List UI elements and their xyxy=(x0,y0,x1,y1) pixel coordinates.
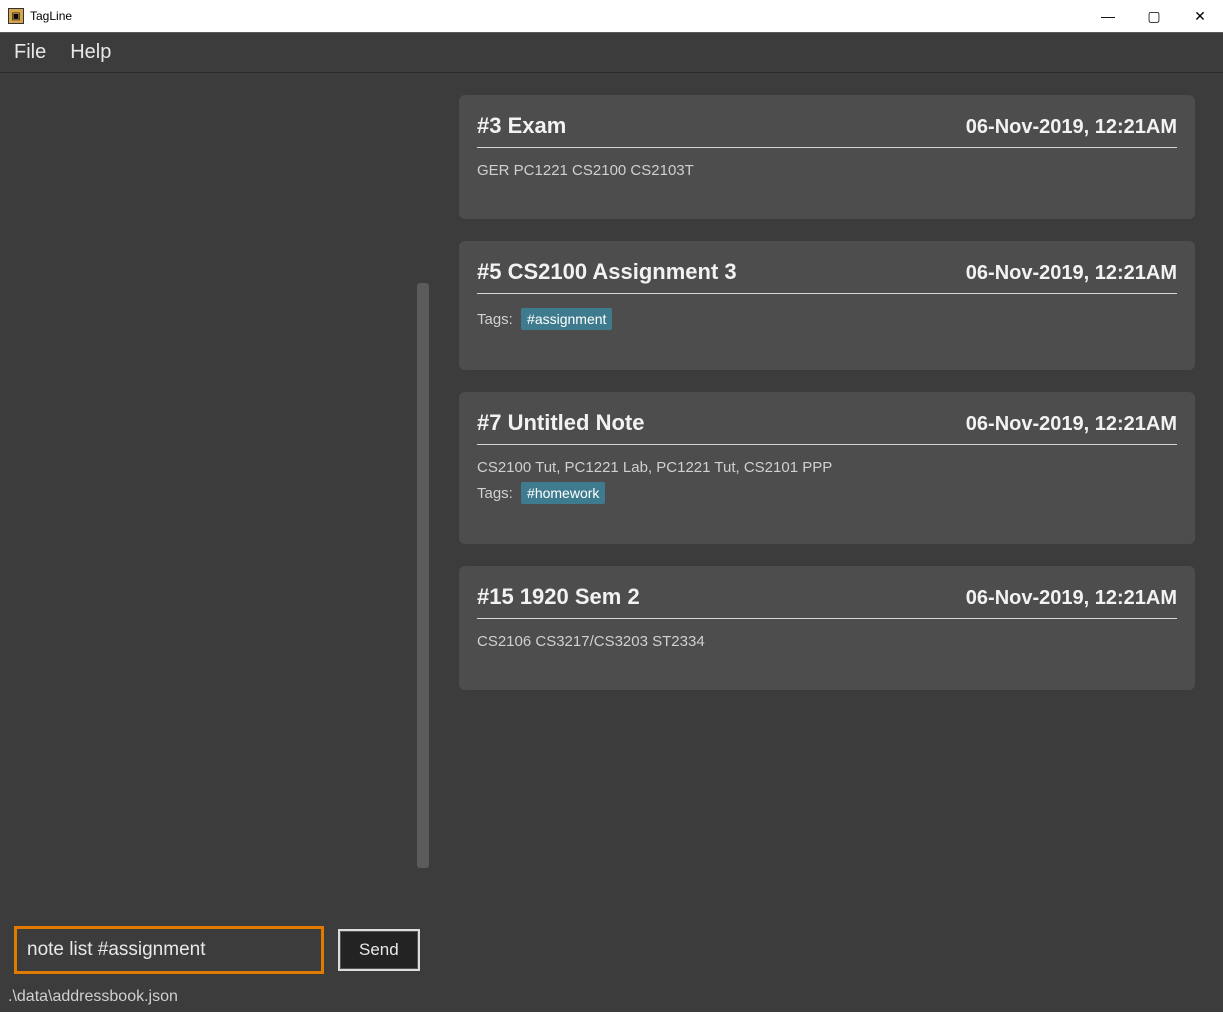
tags-label: Tags: xyxy=(477,311,513,328)
note-header: #15 1920 Sem 2 06-Nov-2019, 12:21AM xyxy=(477,584,1177,619)
window-controls: — ▢ ✕ xyxy=(1085,0,1223,32)
note-tags: Tags: #homework xyxy=(477,482,1177,504)
titlebar-left: ▣ TagLine xyxy=(8,8,72,24)
note-body: GER PC1221 CS2100 CS2103T xyxy=(477,162,1177,179)
note-date: 06-Nov-2019, 12:21AM xyxy=(966,116,1177,139)
note-card: #5 CS2100 Assignment 3 06-Nov-2019, 12:2… xyxy=(459,241,1195,370)
app-icon: ▣ xyxy=(8,8,24,24)
send-button-wrap: Send xyxy=(338,929,420,971)
maximize-button[interactable]: ▢ xyxy=(1131,0,1177,32)
note-card: #3 Exam 06-Nov-2019, 12:21AM GER PC1221 … xyxy=(459,95,1195,219)
command-bar: Send xyxy=(0,917,1223,982)
tag-pill[interactable]: #homework xyxy=(521,482,605,504)
menu-help[interactable]: Help xyxy=(70,41,111,64)
note-date: 06-Nov-2019, 12:21AM xyxy=(966,262,1177,285)
command-input[interactable] xyxy=(19,931,319,969)
minimize-button[interactable]: — xyxy=(1085,0,1131,32)
menubar: File Help xyxy=(0,32,1223,73)
status-path: .\data\addressbook.json xyxy=(8,988,178,1006)
send-button[interactable]: Send xyxy=(340,931,418,969)
left-panel xyxy=(0,73,431,917)
note-date: 06-Nov-2019, 12:21AM xyxy=(966,587,1177,610)
note-header: #7 Untitled Note 06-Nov-2019, 12:21AM xyxy=(477,410,1177,445)
command-input-highlight xyxy=(14,926,324,974)
note-title: #15 1920 Sem 2 xyxy=(477,584,640,610)
note-body: CS2106 CS3217/CS3203 ST2334 xyxy=(477,633,1177,650)
window-titlebar: ▣ TagLine — ▢ ✕ xyxy=(0,0,1223,32)
close-button[interactable]: ✕ xyxy=(1177,0,1223,32)
tag-pill[interactable]: #assignment xyxy=(521,308,612,330)
note-header: #3 Exam 06-Nov-2019, 12:21AM xyxy=(477,113,1177,148)
note-body: CS2100 Tut, PC1221 Lab, PC1221 Tut, CS21… xyxy=(477,459,1177,476)
note-title: #7 Untitled Note xyxy=(477,410,644,436)
note-tags: Tags: #assignment xyxy=(477,308,1177,330)
statusbar: .\data\addressbook.json xyxy=(0,982,1223,1012)
note-card: #15 1920 Sem 2 06-Nov-2019, 12:21AM CS21… xyxy=(459,566,1195,690)
content-area: #3 Exam 06-Nov-2019, 12:21AM GER PC1221 … xyxy=(0,73,1223,917)
app-title: TagLine xyxy=(30,9,72,23)
note-date: 06-Nov-2019, 12:21AM xyxy=(966,413,1177,436)
notes-panel[interactable]: #3 Exam 06-Nov-2019, 12:21AM GER PC1221 … xyxy=(431,73,1223,917)
note-title: #5 CS2100 Assignment 3 xyxy=(477,259,737,285)
tags-label: Tags: xyxy=(477,485,513,502)
menu-file[interactable]: File xyxy=(14,41,46,64)
note-card: #7 Untitled Note 06-Nov-2019, 12:21AM CS… xyxy=(459,392,1195,544)
note-title: #3 Exam xyxy=(477,113,566,139)
scrollbar-thumb[interactable] xyxy=(417,283,429,868)
note-header: #5 CS2100 Assignment 3 06-Nov-2019, 12:2… xyxy=(477,259,1177,294)
